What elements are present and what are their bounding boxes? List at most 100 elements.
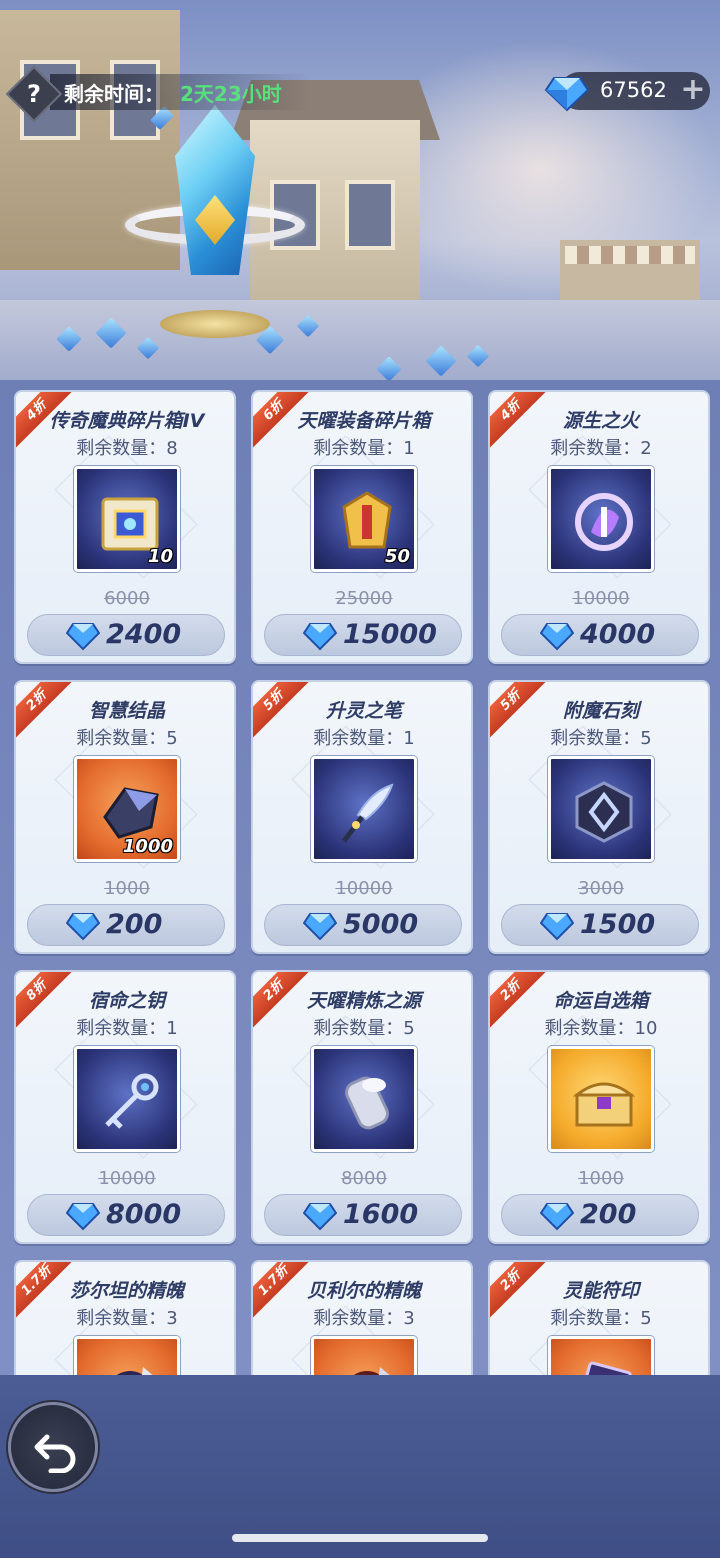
item-name: 天曜装备碎片箱 xyxy=(297,410,431,432)
diamond-icon xyxy=(303,1203,337,1231)
original-price: 10000 xyxy=(572,588,630,609)
sale-price: 200 xyxy=(106,909,163,940)
dark-orb-icon xyxy=(116,1367,153,1375)
time-remaining-label: 剩余时间： xyxy=(64,82,164,106)
item-icon-frame[interactable]: 1000 xyxy=(74,756,180,862)
sale-price: 1500 xyxy=(580,909,656,940)
blue-crystal xyxy=(175,105,255,275)
item-icon-frame[interactable]: 10 xyxy=(74,466,180,572)
item-icon-frame[interactable]: 50 xyxy=(311,466,417,572)
buy-button[interactable]: 200 xyxy=(501,1194,699,1236)
spiral-flame-icon xyxy=(575,493,633,551)
diamond-icon xyxy=(544,77,590,112)
shop-item-card[interactable]: 4折 传奇魔典碎片箱IV 剩余数量：8 10 6000 2400 xyxy=(14,390,236,664)
item-stock: 剩余数量：3 xyxy=(313,1308,415,1329)
return-arrow-icon[interactable] xyxy=(33,1427,79,1473)
bottom-bar xyxy=(0,1375,720,1558)
shop-item-card[interactable]: 2折 灵能符印 剩余数量：5 xyxy=(488,1260,710,1375)
item-name: 莎尔坦的精魄 xyxy=(69,1280,184,1302)
item-stock: 剩余数量：5 xyxy=(550,728,652,749)
sale-price: 8000 xyxy=(106,1199,182,1230)
currency-amount: 67562 xyxy=(600,78,667,102)
original-price: 1000 xyxy=(104,878,150,899)
buy-button[interactable]: 2400 xyxy=(27,614,225,656)
silver-cylinder-icon xyxy=(345,1076,389,1130)
shop-item-card[interactable]: 4折 源生之火 剩余数量：2 10000 4000 xyxy=(488,390,710,664)
rune-card-icon xyxy=(576,1361,632,1375)
shop-item-card[interactable]: 2折 命运自选箱 剩余数量：10 1000 200 xyxy=(488,970,710,1244)
buy-button[interactable]: 1500 xyxy=(501,904,699,946)
item-stock: 剩余数量：5 xyxy=(313,1018,415,1039)
original-price: 6000 xyxy=(104,588,150,609)
item-stock: 剩余数量：3 xyxy=(76,1308,178,1329)
plus-icon[interactable]: + xyxy=(680,75,706,106)
item-icon-frame[interactable] xyxy=(548,756,654,862)
diamond-icon xyxy=(66,623,100,651)
item-stock: 剩余数量：1 xyxy=(76,1018,178,1039)
time-remaining-value: 2天23小时 xyxy=(180,82,282,106)
house-window xyxy=(345,180,395,250)
back-button[interactable] xyxy=(8,1402,98,1492)
shop-item-card[interactable]: 2折 天曜精炼之源 剩余数量：5 8000 1600 xyxy=(251,970,473,1244)
original-price: 8000 xyxy=(341,1168,387,1189)
original-price: 25000 xyxy=(335,588,393,609)
shop-item-card[interactable]: 5折 升灵之笔 剩余数量：1 10000 5000 xyxy=(251,680,473,954)
shop-item-card[interactable]: 8折 宿命之钥 剩余数量：1 10000 8000 xyxy=(14,970,236,1244)
buy-button[interactable]: 200 xyxy=(27,904,225,946)
item-name: 传奇魔典碎片箱IV xyxy=(49,410,205,432)
item-name: 附魔石刻 xyxy=(562,700,639,722)
buy-button[interactable]: 5000 xyxy=(264,904,462,946)
shop-item-card[interactable]: 2折 智慧结晶 剩余数量：5 1000 1000 200 xyxy=(14,680,236,954)
red-orb-icon xyxy=(353,1367,390,1375)
buy-button[interactable]: 1600 xyxy=(264,1194,462,1236)
sale-price: 1600 xyxy=(343,1199,419,1230)
sale-price: 2400 xyxy=(106,619,182,650)
shop-item-card[interactable]: 6折 天曜装备碎片箱 剩余数量：1 50 25000 15000 xyxy=(251,390,473,664)
sale-price: 200 xyxy=(580,1199,637,1230)
item-quantity: 50 xyxy=(384,546,410,567)
diamond-icon xyxy=(540,913,574,941)
shop-item-card[interactable]: 1.7折 莎尔坦的精魄 剩余数量：3 xyxy=(14,1260,236,1375)
market-stall-roof xyxy=(565,246,695,264)
original-price: 10000 xyxy=(98,1168,156,1189)
item-icon-frame[interactable] xyxy=(548,1336,654,1375)
item-name: 升灵之笔 xyxy=(325,700,402,722)
feather-quill-icon xyxy=(342,783,394,843)
gold-pedestal xyxy=(160,310,270,338)
shop-item-card[interactable]: 5折 附魔石刻 剩余数量：5 3000 1500 xyxy=(488,680,710,954)
buy-button[interactable]: 8000 xyxy=(27,1194,225,1236)
item-icon-frame[interactable] xyxy=(548,466,654,572)
item-icon-frame[interactable] xyxy=(311,1336,417,1375)
home-indicator[interactable] xyxy=(232,1534,488,1542)
sale-price: 15000 xyxy=(343,619,437,650)
item-icon-frame[interactable] xyxy=(311,756,417,862)
original-price: 3000 xyxy=(578,878,624,899)
diamond-icon xyxy=(66,1203,100,1231)
item-icon-frame[interactable] xyxy=(74,1046,180,1152)
original-price: 1000 xyxy=(578,1168,624,1189)
diamond-icon xyxy=(303,913,337,941)
item-stock: 剩余数量：10 xyxy=(544,1018,658,1039)
buy-button[interactable]: 15000 xyxy=(264,614,462,656)
sale-price: 5000 xyxy=(343,909,419,940)
item-name: 智慧结晶 xyxy=(88,700,165,722)
item-icon-frame[interactable] xyxy=(311,1046,417,1152)
buy-button[interactable]: 4000 xyxy=(501,614,699,656)
item-stock: 剩余数量：1 xyxy=(313,438,415,459)
item-quantity: 10 xyxy=(147,546,173,567)
question-mark-icon[interactable]: ? xyxy=(14,74,54,114)
treasure-chest-icon xyxy=(572,1082,636,1127)
shop-item-card[interactable]: 1.7折 贝利尔的精魄 剩余数量：3 xyxy=(251,1260,473,1375)
item-stock: 剩余数量：5 xyxy=(76,728,178,749)
item-icon-frame[interactable] xyxy=(74,1336,180,1375)
shop-banner xyxy=(0,0,720,400)
item-icon-frame[interactable] xyxy=(548,1046,654,1152)
rune-stone-icon xyxy=(575,781,633,843)
item-name: 灵能符印 xyxy=(562,1280,639,1302)
item-name: 宿命之钥 xyxy=(88,990,165,1012)
item-stock: 剩余数量：2 xyxy=(550,438,652,459)
item-stock: 剩余数量：5 xyxy=(550,1308,652,1329)
diamond-icon xyxy=(303,623,337,651)
original-price: 10000 xyxy=(335,878,393,899)
item-name: 源生之火 xyxy=(562,410,639,432)
